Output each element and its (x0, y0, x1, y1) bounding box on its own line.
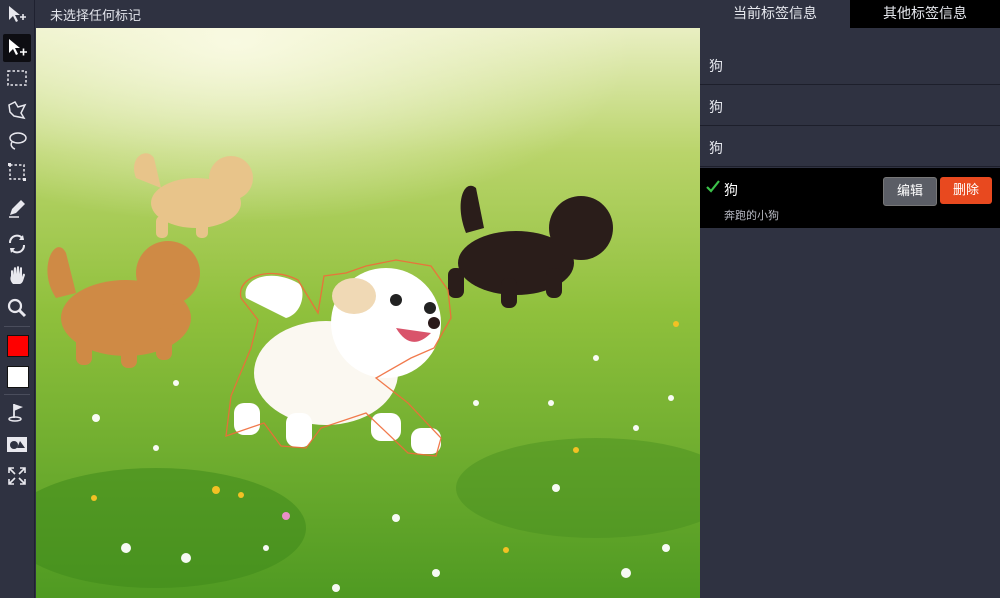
panel-tabs: 当前标签信息 其他标签信息 (700, 0, 1000, 28)
label-list-item-selected[interactable]: 狗 奔跑的小狗 编辑 删除 (700, 168, 1000, 228)
check-icon (706, 180, 720, 193)
shapes-icon[interactable] (3, 430, 31, 458)
secondary-color-swatch[interactable] (7, 366, 29, 388)
polygon-select-icon[interactable] (3, 96, 31, 124)
label-name: 狗 (709, 141, 723, 157)
selected-label-description: 奔跑的小狗 (724, 209, 779, 222)
selection-status-text: 未选择任何标记 (50, 9, 142, 24)
rotate-icon[interactable] (3, 230, 31, 258)
label-panel: 当前标签信息 其他标签信息 狗 狗 狗 狗 奔跑的小狗 编辑 删除 (700, 0, 1000, 598)
tab-current-label-info[interactable]: 当前标签信息 (700, 0, 850, 28)
flag-icon[interactable] (3, 398, 31, 426)
lasso-icon[interactable] (3, 127, 31, 155)
pointer-add-icon[interactable] (3, 34, 31, 62)
label-list-item[interactable]: 狗 (700, 44, 1000, 85)
scene-image (36, 28, 700, 598)
tab-other-label-info[interactable]: 其他标签信息 (850, 0, 1000, 28)
tool-sidebar (0, 0, 35, 598)
selected-label-name: 狗 (724, 183, 738, 199)
toolbar-divider (4, 394, 30, 395)
annotation-canvas[interactable] (36, 28, 700, 598)
pen-icon[interactable] (3, 194, 31, 222)
edit-button[interactable]: 编辑 (883, 177, 937, 206)
label-list-item[interactable]: 狗 (700, 126, 1000, 167)
label-name: 狗 (709, 59, 723, 75)
label-name: 狗 (709, 100, 723, 116)
hand-icon[interactable] (3, 262, 31, 290)
fullscreen-icon[interactable] (3, 462, 31, 490)
zoom-icon[interactable] (3, 294, 31, 322)
move-select-icon[interactable] (3, 1, 31, 29)
delete-button[interactable]: 删除 (940, 177, 992, 204)
status-bar: 未选择任何标记 (36, 0, 700, 28)
primary-color-swatch[interactable] (7, 335, 29, 357)
rect-select-icon[interactable] (3, 64, 31, 92)
label-list-item[interactable]: 狗 (700, 85, 1000, 126)
toolbar-divider (4, 326, 30, 327)
marquee-icon[interactable] (3, 158, 31, 186)
